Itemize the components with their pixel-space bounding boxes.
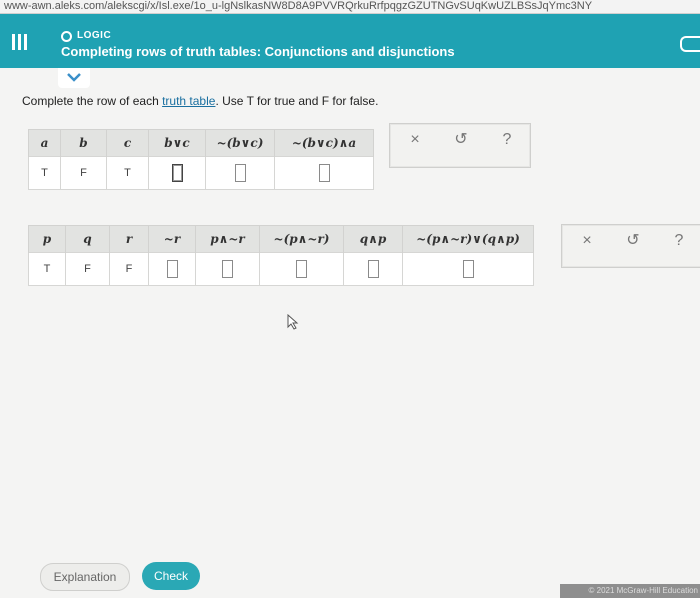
- answer-input[interactable]: [171, 164, 183, 182]
- answer-cell: [259, 252, 344, 286]
- explanation-button[interactable]: Explanation: [40, 563, 130, 591]
- help-button[interactable]: ?: [668, 231, 690, 251]
- menu-icon[interactable]: [12, 34, 28, 50]
- column-header: b∨c: [148, 129, 206, 157]
- collapse-header-button[interactable]: [58, 68, 90, 88]
- answer-tools-2: × ↺ ?: [561, 224, 700, 268]
- column-header: ~(b∨c): [205, 129, 275, 157]
- check-button[interactable]: Check: [142, 562, 200, 590]
- table-header-row: a b c b∨c ~(b∨c) ~(b∨c)∧a: [28, 129, 374, 157]
- table-cell: T: [106, 156, 149, 190]
- answer-cell: [148, 156, 206, 190]
- column-header: ~(p∧~r)∨(q∧p): [402, 225, 534, 253]
- table-row: T F T: [28, 156, 374, 190]
- instructions-prefix: Complete the row of each: [22, 94, 163, 108]
- column-header: q: [65, 225, 110, 253]
- column-header: r: [109, 225, 149, 253]
- truth-table-1: a b c b∨c ~(b∨c) ~(b∨c)∧a T F T: [28, 129, 374, 190]
- problem-area: Complete the row of each truth table. Us…: [0, 68, 700, 598]
- answer-input[interactable]: [296, 260, 307, 278]
- answer-input[interactable]: [234, 164, 246, 182]
- instructions-text: Complete the row of each truth table. Us…: [22, 94, 378, 108]
- answer-tools-1: × ↺ ?: [389, 123, 531, 168]
- column-header: p: [28, 225, 66, 253]
- clear-button[interactable]: ×: [404, 130, 426, 150]
- mouse-cursor-icon: [287, 314, 299, 330]
- answer-cell: [402, 252, 534, 286]
- column-header: ~(p∧~r): [259, 225, 344, 253]
- column-header: a: [28, 129, 61, 157]
- lesson-title: Completing rows of truth tables: Conjunc…: [61, 44, 455, 59]
- table-row: T F F: [28, 252, 534, 286]
- instructions-suffix: . Use T for true and F for false.: [215, 94, 379, 108]
- table-cell: T: [28, 156, 61, 190]
- topic-label: LOGIC: [77, 30, 112, 41]
- answer-cell: [148, 252, 196, 286]
- answer-input[interactable]: [222, 260, 233, 278]
- truth-table-2: p q r ~r p∧~r ~(p∧~r) q∧p ~(p∧~r)∨(q∧p) …: [28, 225, 534, 286]
- table-cell: F: [109, 252, 149, 286]
- answer-cell: [205, 156, 275, 190]
- answer-input[interactable]: [367, 260, 379, 278]
- table-header-row: p q r ~r p∧~r ~(p∧~r) q∧p ~(p∧~r)∨(q∧p): [28, 225, 534, 253]
- column-header: ~(b∨c)∧a: [274, 129, 374, 157]
- copyright-footer: © 2021 McGraw-Hill Education: [560, 584, 700, 598]
- column-header: c: [106, 129, 149, 157]
- answer-input[interactable]: [318, 164, 330, 182]
- answer-cell: [343, 252, 403, 286]
- lesson-header: LOGIC Completing rows of truth tables: C…: [0, 14, 700, 68]
- truth-table-link[interactable]: truth table: [162, 94, 215, 108]
- table-cell: F: [60, 156, 107, 190]
- column-header: q∧p: [343, 225, 403, 253]
- column-header: ~r: [148, 225, 196, 253]
- chevron-down-icon: [67, 73, 81, 82]
- undo-button[interactable]: ↺: [450, 130, 472, 150]
- table-cell: F: [65, 252, 110, 286]
- topic-status-icon: [61, 31, 72, 42]
- answer-cell: [274, 156, 374, 190]
- table-cell: T: [28, 252, 66, 286]
- undo-button[interactable]: ↺: [622, 231, 644, 251]
- answer-input[interactable]: [462, 260, 474, 278]
- browser-url-bar[interactable]: www-awn.aleks.com/alekscgi/x/Isl.exe/1o_…: [0, 0, 700, 14]
- answer-input[interactable]: [166, 260, 178, 278]
- help-button[interactable]: ?: [496, 130, 518, 150]
- clear-button[interactable]: ×: [576, 231, 598, 251]
- answer-cell: [195, 252, 260, 286]
- side-panel-toggle-icon[interactable]: [680, 36, 700, 52]
- column-header: p∧~r: [195, 225, 260, 253]
- column-header: b: [60, 129, 107, 157]
